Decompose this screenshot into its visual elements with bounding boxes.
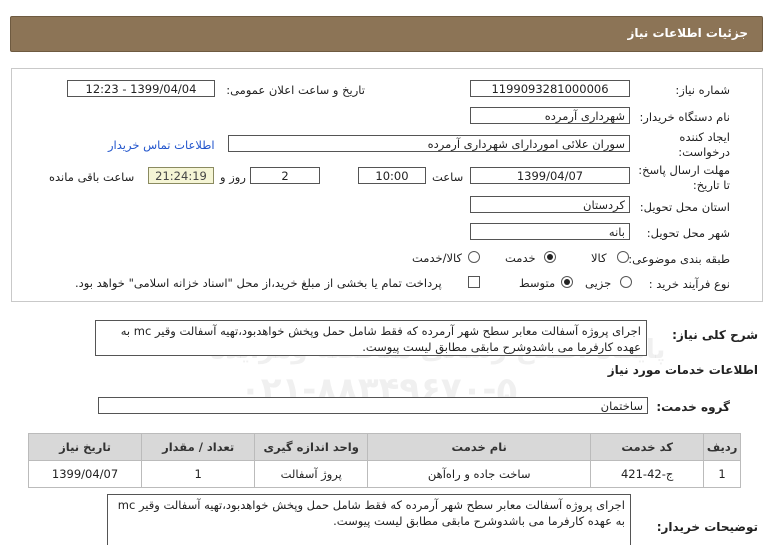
summary-text: اجرای پروژه آسفالت معابر سطح شهر آرمرده … <box>95 320 647 356</box>
deadline-time-field: 10:00 <box>358 167 426 184</box>
buyer-org-field: شهرداری آرمرده <box>470 107 630 124</box>
announce-field: 1399/04/04 - 12:23 <box>67 80 215 97</box>
purchase-option-minor: جزیی <box>585 276 612 290</box>
creator-field: سوران علائی اموردارای شهرداری آرمرده <box>228 135 630 152</box>
need-number-field: 1199093281000006 <box>470 80 630 97</box>
payment-treasury-checkbox[interactable] <box>468 276 480 288</box>
col-unit: واحد اندازه گیری <box>254 433 369 461</box>
col-name: نام خدمت <box>367 433 592 461</box>
cell-row: 1 <box>703 460 741 488</box>
need-number-label: شماره نیاز: <box>675 83 730 97</box>
header-bar: جزئیات اطلاعات نیاز <box>10 16 763 52</box>
details-panel <box>11 68 763 302</box>
summary-label: شرح کلی نیاز: <box>672 328 758 342</box>
category-option-goods: کالا <box>591 251 607 265</box>
category-option-service: خدمت <box>505 251 536 265</box>
category-radio-goods-service[interactable] <box>468 251 480 263</box>
contact-buyer-link[interactable]: اطلاعات تماس خریدار <box>108 138 215 152</box>
buyer-notes-text: اجرای پروژه آسفالت معابر سطح شهر آرمرده … <box>107 494 631 545</box>
remaining-time-field: 21:24:19 <box>148 167 214 184</box>
col-qty: تعداد / مقدار <box>141 433 256 461</box>
col-date: تاریخ نیاز <box>27 433 143 461</box>
deadline-label-2: تا تاریخ: <box>692 178 730 192</box>
time-label: ساعت <box>432 170 464 184</box>
announce-label: تاریخ و ساعت اعلان عمومی: <box>226 83 365 97</box>
services-title: اطلاعات خدمات مورد نیاز <box>607 363 758 377</box>
purchase-option-medium: متوسط <box>519 276 556 290</box>
city-field: بانه <box>470 223 630 240</box>
category-radio-goods[interactable] <box>617 251 629 263</box>
days-label: روز و <box>220 170 246 184</box>
category-option-goods-service: کالا/خدمت <box>412 251 463 265</box>
payment-note: پرداخت تمام یا بخشی از مبلغ خرید،از محل … <box>75 276 442 290</box>
services-table: ردیف کد خدمت نام خدمت واحد اندازه گیری ت… <box>27 433 741 488</box>
province-label: استان محل تحویل: <box>639 200 730 214</box>
cell-name: ساخت جاده و راه‌آهن <box>367 460 592 488</box>
creator-label-2: درخواست: <box>678 145 730 159</box>
category-label: طبقه بندی موضوعی: <box>628 252 730 266</box>
deadline-date-field: 1399/04/07 <box>470 167 630 184</box>
deadline-label-1: مهلت ارسال پاسخ: <box>638 163 730 177</box>
cell-code: ج-42-421 <box>590 460 705 488</box>
province-field: کردستان <box>470 196 630 213</box>
col-row: ردیف <box>703 433 741 461</box>
city-label: شهر محل تحویل: <box>646 226 730 240</box>
cell-date: 1399/04/07 <box>27 460 143 488</box>
buyer-notes-label: توضیحات خریدار: <box>656 520 758 534</box>
remaining-label: ساعت باقی مانده <box>49 170 135 184</box>
days-field: 2 <box>250 167 320 184</box>
table-header-row: ردیف کد خدمت نام خدمت واحد اندازه گیری ت… <box>27 433 741 461</box>
cell-qty: 1 <box>141 460 256 488</box>
purchase-radio-medium[interactable] <box>561 276 573 288</box>
purchase-type-label: نوع فرآیند خرید : <box>648 277 730 291</box>
service-group-label: گروه خدمت: <box>656 400 730 414</box>
service-group-field: ساختمان <box>98 397 648 414</box>
category-radio-service[interactable] <box>544 251 556 263</box>
col-code: کد خدمت <box>590 433 705 461</box>
table-row: 1 ج-42-421 ساخت جاده و راه‌آهن پروژ آسفا… <box>27 460 741 488</box>
purchase-radio-minor[interactable] <box>620 276 632 288</box>
buyer-org-label: نام دستگاه خریدار: <box>639 110 730 124</box>
page-title: جزئیات اطلاعات نیاز <box>627 26 748 40</box>
creator-label-1: ایجاد کننده <box>679 130 730 144</box>
cell-unit: پروژ آسفالت <box>254 460 369 488</box>
